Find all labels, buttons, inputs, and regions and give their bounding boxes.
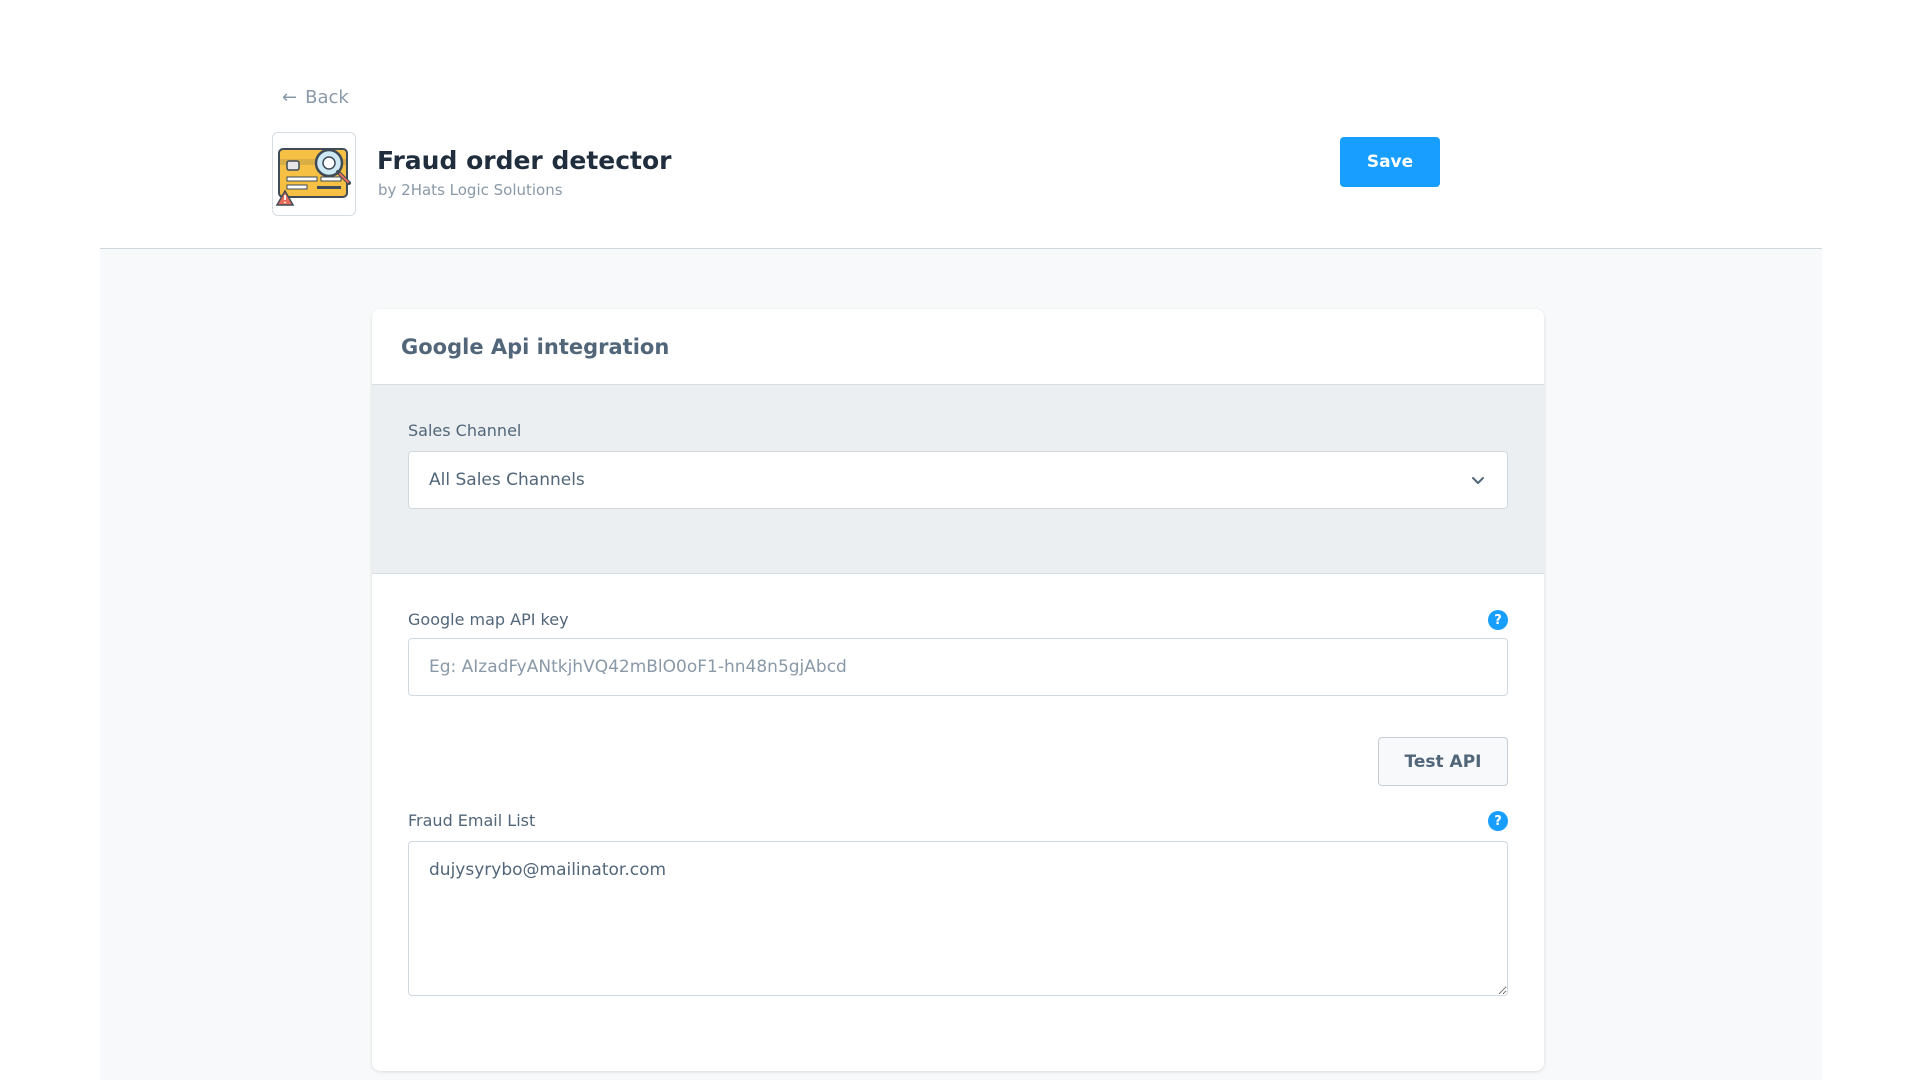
arrow-left-icon: ← [282,87,298,108]
credit-card-magnifier-icon [272,132,356,216]
sales-channel-select[interactable]: All Sales Channels [408,451,1508,509]
sales-channel-section: Sales Channel All Sales Channels [372,385,1544,574]
card-header: Google Api integration [372,309,1544,385]
api-key-help-icon[interactable]: ? [1488,610,1508,630]
fraud-email-textarea[interactable]: dujysyrybo@mailinator.com [408,841,1508,996]
fraud-email-label: Fraud Email List [408,811,536,830]
page: ← Back Fraud order detector by 2Hats Log… [0,0,1920,1080]
api-settings-section: Google map API key ? Test API Fraud Emai… [372,574,1544,1071]
sales-channel-value: All Sales Channels [429,470,585,490]
back-label: Back [305,87,349,108]
api-key-label: Google map API key [408,610,569,629]
save-button[interactable]: Save [1340,137,1440,187]
google-api-card: Google Api integration Sales Channel All… [372,309,1544,1071]
app-title: Fraud order detector [377,146,672,175]
app-subtitle: by 2Hats Logic Solutions [378,181,563,199]
test-api-button[interactable]: Test API [1378,737,1508,786]
back-link[interactable]: ← Back [282,87,349,108]
sales-channel-label: Sales Channel [408,421,522,440]
app-header [100,0,1822,249]
fraud-email-help-icon[interactable]: ? [1488,811,1508,831]
chevron-down-icon [1472,477,1484,484]
api-key-input[interactable] [408,638,1508,696]
card-title: Google Api integration [401,334,670,359]
